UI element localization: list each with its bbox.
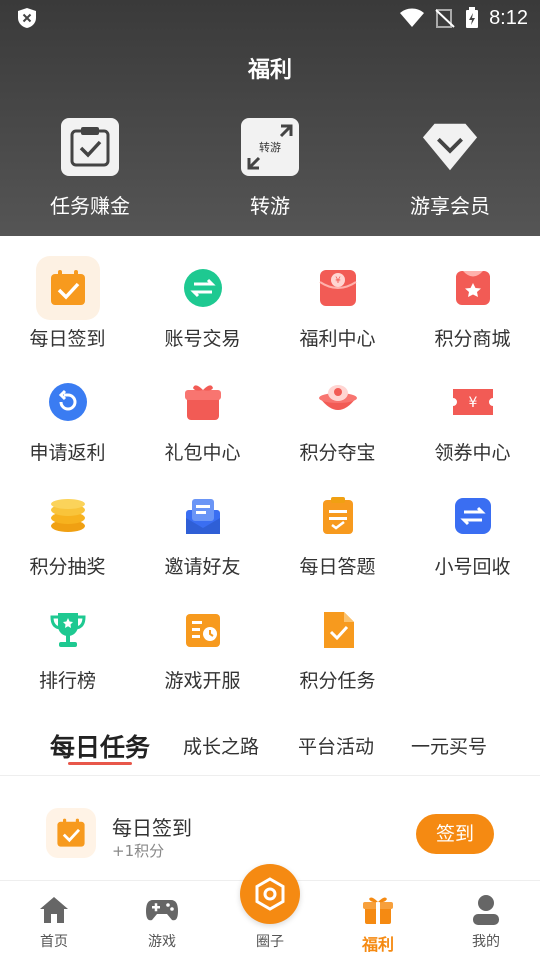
calendar-check-icon <box>46 808 96 858</box>
user-icon <box>469 893 503 927</box>
nav-label: 我的 <box>472 934 500 950</box>
grid-item-label: 每日签到 <box>29 328 106 350</box>
grid-item-daily-quiz[interactable]: 每日答题 <box>270 484 405 579</box>
gift-box-icon <box>171 370 235 434</box>
gamepad-icon <box>145 893 179 927</box>
no-signal-icon <box>435 9 455 28</box>
grid-item-label: 游戏开服 <box>164 670 241 692</box>
nav-label: 首页 <box>40 934 68 950</box>
grid-item-gift-center[interactable]: 礼包中心 <box>135 370 270 465</box>
grid-item-welfare-center[interactable]: ¥ 福利中心 <box>270 256 405 351</box>
grid-item-daily-signin[interactable]: 每日签到 <box>0 256 135 351</box>
home-icon <box>37 893 71 927</box>
hero-label: 任务赚金 <box>50 194 130 218</box>
nav-games[interactable]: 游戏 <box>108 893 216 951</box>
grid-item-label: 积分夺宝 <box>299 442 376 464</box>
status-time: 8:12 <box>489 6 528 29</box>
signin-button[interactable]: 签到 <box>416 814 494 854</box>
vip-diamond-icon <box>421 118 479 176</box>
nav-home[interactable]: 首页 <box>0 893 108 951</box>
task-tabs: 每日任务 成长之路 平台活动 一元买号 <box>0 720 540 776</box>
status-bar: 8:12 <box>0 0 540 36</box>
server-open-icon <box>171 598 235 662</box>
recycle-account-icon <box>441 484 505 548</box>
grid-item-label: 福利中心 <box>299 328 376 350</box>
task-clipboard-icon <box>61 118 119 176</box>
grid-item-game-servers[interactable]: 游戏开服 <box>135 598 270 693</box>
svg-text:¥: ¥ <box>468 395 477 411</box>
gift-icon <box>361 893 395 927</box>
grid-item-points-lottery[interactable]: 积分抽奖 <box>0 484 135 579</box>
coupon-icon: ¥ <box>441 370 505 434</box>
nav-profile[interactable]: 我的 <box>432 893 540 951</box>
transfer-game-icon: 转游 <box>241 118 299 176</box>
invite-mail-icon <box>171 484 235 548</box>
battery-charging-icon <box>466 7 479 28</box>
rebate-refresh-icon <box>36 370 100 434</box>
grid-item-label: 礼包中心 <box>164 442 241 464</box>
treasure-icon <box>306 370 370 434</box>
grid-item-account-recycle[interactable]: 小号回收 <box>405 484 540 579</box>
grid-item-account-trade[interactable]: 账号交易 <box>135 256 270 351</box>
calendar-check-icon <box>35 256 100 320</box>
exchange-arrows-icon <box>171 256 235 320</box>
transfer-badge-text: 转游 <box>259 141 281 154</box>
grid-item-label: 领券中心 <box>434 442 511 464</box>
hero-task-earn[interactable]: 任务赚金 <box>30 118 150 219</box>
grid-item-invite-friends[interactable]: 邀请好友 <box>135 484 270 579</box>
nav-welfare[interactable]: 福利 <box>324 893 432 955</box>
active-tab-indicator <box>68 762 132 765</box>
circle-hexagon-icon[interactable] <box>240 864 300 924</box>
grid-item-label: 每日答题 <box>299 556 376 578</box>
nav-label: 游戏 <box>148 934 176 950</box>
hero-label: 游享会员 <box>410 194 490 218</box>
points-mall-icon <box>441 256 505 320</box>
grid-item-leaderboard[interactable]: 排行榜 <box>0 598 135 693</box>
hero-transfer-game[interactable]: 转游 转游 <box>210 118 330 219</box>
nav-community[interactable]: 圈子 <box>216 931 324 951</box>
tab-one-yuan-account[interactable]: 一元买号 <box>411 732 487 759</box>
tab-platform-events[interactable]: 平台活动 <box>298 732 374 759</box>
status-right: 8:12 <box>399 5 528 31</box>
task-reward: +1积分 <box>112 842 165 860</box>
red-envelope-icon: ¥ <box>306 256 370 320</box>
grid-item-label: 账号交易 <box>164 328 241 350</box>
grid-item-label: 积分任务 <box>299 670 376 692</box>
tab-daily-tasks[interactable]: 每日任务 <box>50 728 150 764</box>
grid-item-apply-rebate[interactable]: 申请返利 <box>0 370 135 465</box>
grid-item-points-treasure[interactable]: 积分夺宝 <box>270 370 405 465</box>
trophy-icon <box>36 598 100 662</box>
points-task-icon <box>306 598 370 662</box>
nav-label: 圈子 <box>256 934 284 950</box>
wifi-icon <box>400 8 425 27</box>
grid-item-label: 排行榜 <box>38 670 96 692</box>
hero-vip[interactable]: 游享会员 <box>390 118 510 219</box>
shield-x-icon <box>18 8 36 28</box>
task-title: 每日签到 <box>112 816 192 840</box>
hero-label: 转游 <box>250 194 290 218</box>
grid-item-label: 小号回收 <box>434 556 511 578</box>
nav-label: 福利 <box>361 935 394 954</box>
grid-item-coupon-center[interactable]: ¥ 领券中心 <box>405 370 540 465</box>
grid-item-label: 积分商城 <box>434 328 511 350</box>
coin-stack-icon <box>36 484 100 548</box>
grid-item-label: 邀请好友 <box>164 556 241 578</box>
page-title: 福利 <box>247 58 292 83</box>
daily-quiz-icon <box>306 484 370 548</box>
grid-item-points-tasks[interactable]: 积分任务 <box>270 598 405 693</box>
grid-item-points-mall[interactable]: 积分商城 <box>405 256 540 351</box>
tab-growth-path[interactable]: 成长之路 <box>183 732 259 759</box>
svg-text:¥: ¥ <box>335 276 341 286</box>
grid-item-label: 申请返利 <box>29 442 106 464</box>
grid-item-label: 积分抽奖 <box>29 556 106 578</box>
welfare-header: 8:12 福利 任务赚金 转游 转游 游享会员 <box>0 0 540 236</box>
